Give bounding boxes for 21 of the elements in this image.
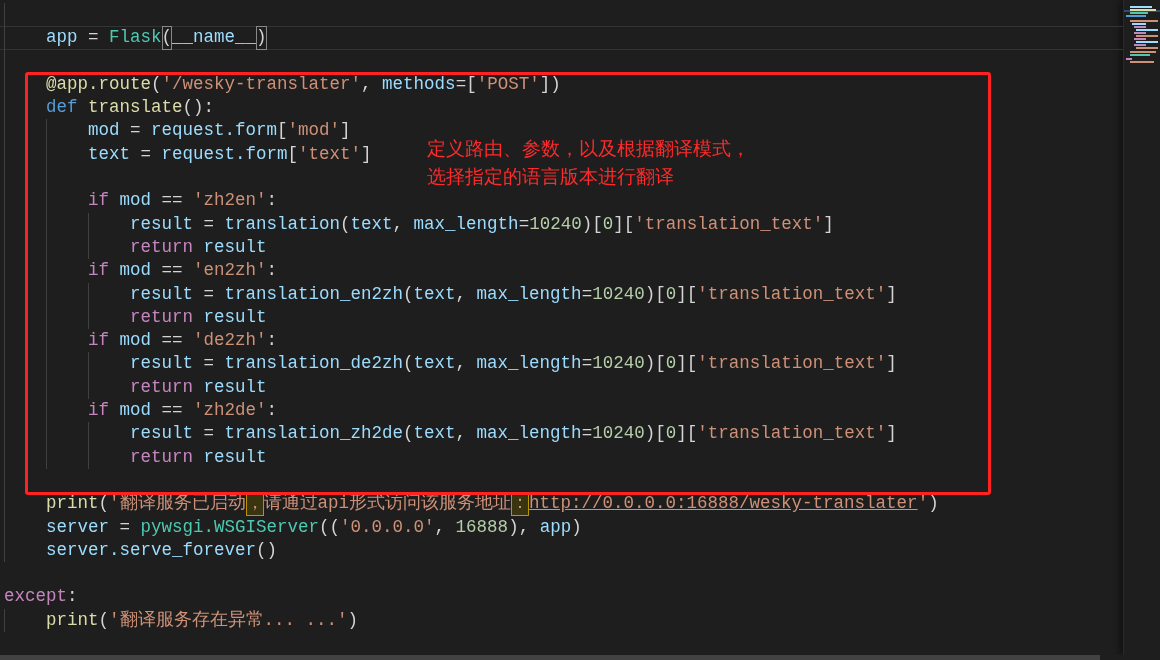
code-line: except: — [4, 585, 79, 609]
code-line: app = Flask(__name__) — [0, 26, 1123, 50]
code-line: if mod == 'en2zh': — [4, 259, 1123, 283]
annotation-text: 选择指定的语言版本进行翻译 — [427, 164, 675, 189]
code-line: if mod == 'de2zh': — [4, 329, 1123, 353]
code-line: def translate(): — [4, 96, 1123, 120]
code-line: @app.route('/wesky-translater', methods=['POST']) — [4, 72, 1123, 97]
code-line: if mod == 'zh2en': — [4, 189, 1123, 213]
code-line: return result — [4, 235, 1123, 260]
scrollbar-thumb[interactable] — [0, 655, 1100, 660]
code-line: return result — [4, 305, 1123, 330]
code-line: server.serve_forever() — [4, 538, 1123, 563]
code-line: result = translation_en2zh(text, max_length=10240)[0]['translation_text'] — [4, 282, 1123, 306]
code-line: result = translation(text, max_length=10240)[0]['translation_text'] — [4, 212, 1123, 236]
code-line: if mod == 'zh2de': — [4, 399, 1123, 423]
code-line: return result — [4, 445, 1123, 469]
code-line: return result — [4, 375, 1123, 400]
code-line: print('翻译服务存在异常... ...') — [4, 608, 1123, 632]
code-line: server = pywsgi.WSGIServer(('0.0.0.0', 16888), app) — [4, 515, 1123, 539]
code-line: result = translation_zh2de(text, max_length=10240)[0]['translation_text'] — [4, 422, 1123, 446]
code-line: result = translation_de2zh(text, max_length=10240)[0]['translation_text'] — [4, 352, 1123, 376]
